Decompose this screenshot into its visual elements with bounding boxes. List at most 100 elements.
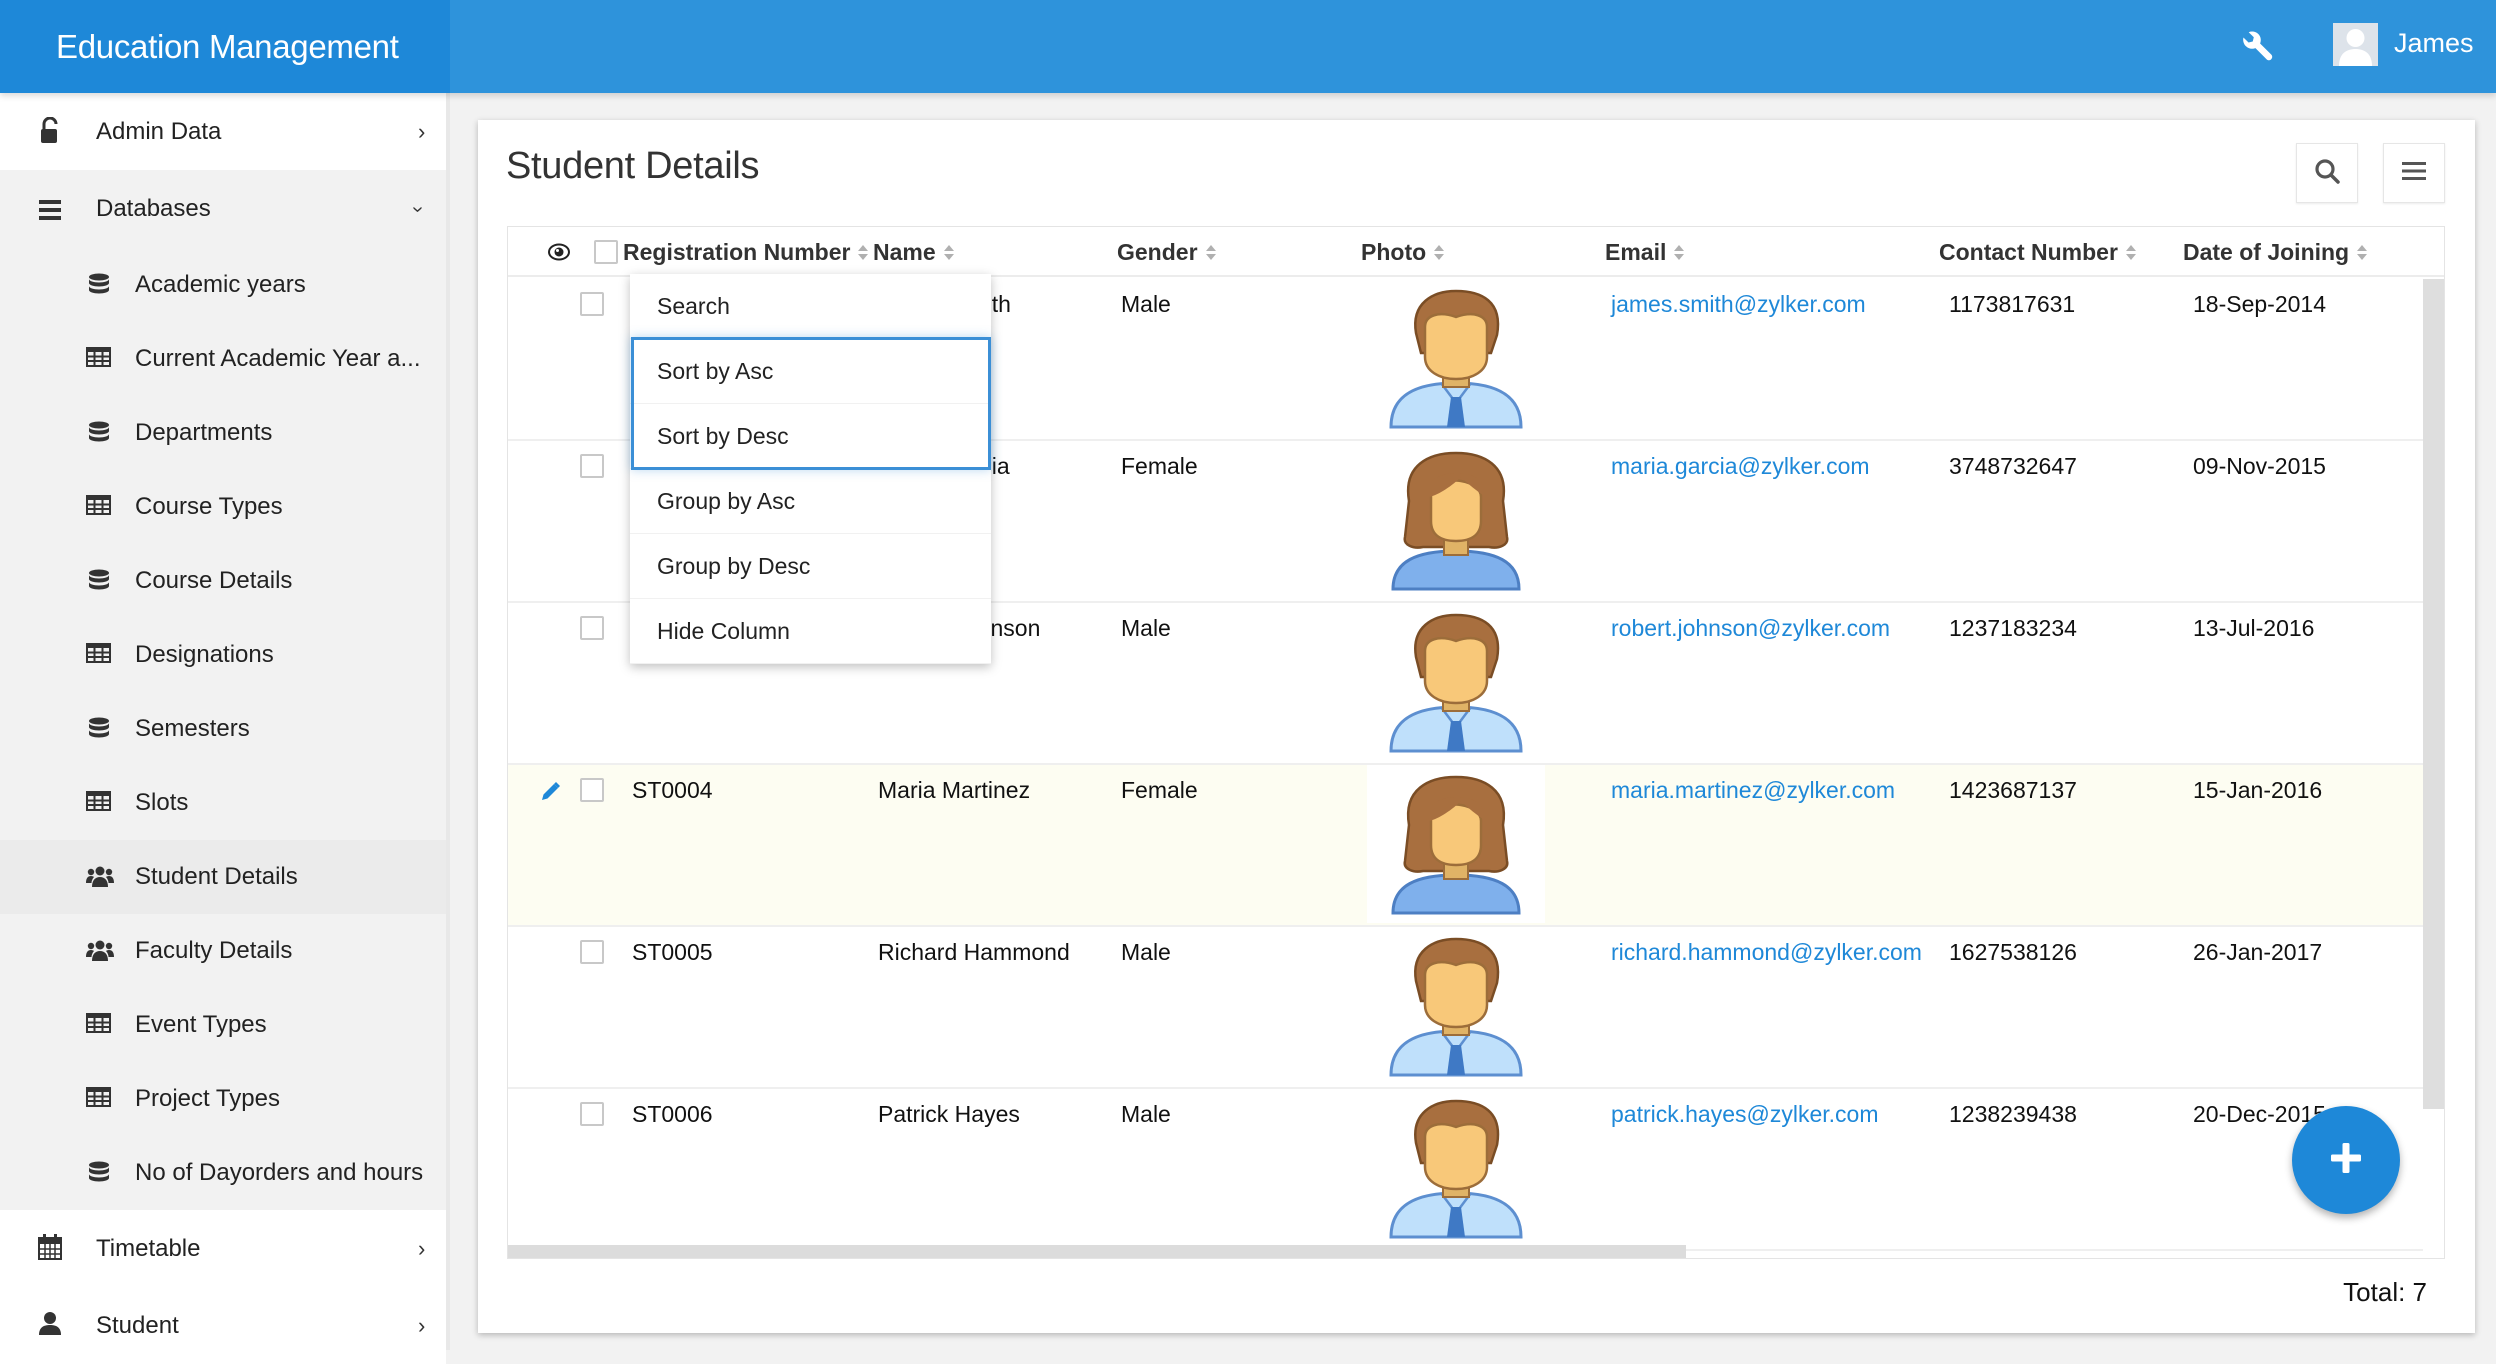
- table-row[interactable]: ST0006 Patrick Hayes Male patrick.hayes@zyl…: [508, 1089, 2423, 1251]
- column-header-label: Name: [873, 239, 936, 265]
- menu-item-label: Sort by Asc: [657, 357, 774, 384]
- column-header-label: Photo: [1361, 239, 1427, 265]
- row-checkbox[interactable]: [580, 616, 604, 640]
- sidebar-item-student-details[interactable]: Student Details: [0, 840, 446, 914]
- cell-contact-number: 1423687137: [1949, 777, 2077, 803]
- student-photo: [1367, 1089, 1545, 1247]
- sidebar-item-label: Admin Data: [96, 117, 222, 145]
- menu-item-group-by-desc[interactable]: Group by Desc: [630, 534, 991, 599]
- sidebar-item-course-details[interactable]: Course Details: [0, 544, 446, 618]
- cell-email[interactable]: maria.martinez@zylker.com: [1611, 777, 1895, 804]
- sidebar-item-databases[interactable]: Databases ›: [0, 170, 446, 248]
- cell-gender: Male: [1121, 291, 1171, 317]
- select-all-checkbox[interactable]: [594, 240, 618, 264]
- sort-icon[interactable]: [1205, 243, 1216, 263]
- eye-icon[interactable]: [548, 243, 570, 261]
- vertical-scrollbar[interactable]: [2423, 279, 2444, 1109]
- column-header-photo[interactable]: Photo: [1361, 239, 1445, 266]
- column-options-menu: Search Sort by Asc Sort by Desc Group by As…: [630, 274, 991, 664]
- menu-item-hide-column[interactable]: Hide Column: [630, 599, 991, 664]
- database-icon: [86, 717, 112, 741]
- cell-contact-number: 1627538126: [1949, 939, 2077, 965]
- sidebar-item-designations[interactable]: Designations: [0, 618, 446, 692]
- sidebar-item-project-types[interactable]: Project Types: [0, 1062, 446, 1136]
- column-header-registration-number[interactable]: Registration Number: [623, 239, 869, 266]
- cell-registration-number: ST0004: [632, 777, 713, 803]
- cell-email[interactable]: richard.hammond@zylker.com: [1611, 939, 1922, 966]
- sidebar-item-no-of-dayorders-and-hours[interactable]: No of Dayorders and hours: [0, 1136, 446, 1210]
- plus-icon: [2331, 1142, 2361, 1178]
- column-header-gender[interactable]: Gender: [1117, 239, 1216, 266]
- menu-item-sort-by-desc[interactable]: Sort by Desc: [630, 404, 991, 469]
- sidebar-item-label: Course Types: [135, 493, 283, 520]
- menu-item-label: Search: [657, 292, 730, 319]
- user-avatar[interactable]: [2333, 23, 2378, 66]
- column-header-label: Gender: [1117, 239, 1198, 265]
- sort-icon[interactable]: [1433, 243, 1445, 263]
- cell-email[interactable]: robert.johnson@zylker.com: [1611, 615, 1890, 642]
- sidebar-item-course-types[interactable]: Course Types: [0, 470, 446, 544]
- users-icon: [86, 865, 114, 889]
- cell-email[interactable]: patrick.hayes@zylker.com: [1611, 1101, 1879, 1128]
- chevron-right-icon: ›: [418, 1312, 426, 1338]
- student-photo: [1367, 441, 1545, 599]
- cell-gender: Male: [1121, 615, 1171, 641]
- sidebar-item-slots[interactable]: Slots: [0, 766, 446, 840]
- search-button[interactable]: [2296, 143, 2358, 203]
- sidebar-item-student[interactable]: Student ›: [0, 1287, 446, 1364]
- top-bar: Education Management James: [0, 0, 2496, 93]
- cell-registration-number: ST0006: [632, 1101, 713, 1127]
- sidebar-item-current-academic-year-a[interactable]: Current Academic Year a...: [0, 322, 446, 396]
- cell-email[interactable]: maria.garcia@zylker.com: [1611, 453, 1870, 480]
- horizontal-scrollbar[interactable]: [508, 1245, 1686, 1258]
- sidebar-item-label: Timetable: [96, 1234, 201, 1262]
- sidebar-item-timetable[interactable]: Timetable ›: [0, 1210, 446, 1287]
- menu-item-sort-by-asc[interactable]: Sort by Asc: [630, 339, 991, 404]
- sidebar-item-academic-years[interactable]: Academic years: [0, 248, 446, 322]
- chevron-right-icon: ›: [418, 1235, 426, 1261]
- table-icon: [86, 347, 112, 371]
- sidebar-item-event-types[interactable]: Event Types: [0, 988, 446, 1062]
- sidebar-item-faculty-details[interactable]: Faculty Details: [0, 914, 446, 988]
- table-row[interactable]: ST0005 Richard Hammond Male richard.hammond…: [508, 927, 2423, 1089]
- column-header-contact-number[interactable]: Contact Number: [1939, 239, 2136, 266]
- row-checkbox[interactable]: [580, 940, 604, 964]
- cell-gender: Female: [1121, 453, 1198, 479]
- cell-date-of-joining: 26-Jan-2017: [2193, 939, 2323, 965]
- chevron-right-icon: ›: [418, 118, 426, 144]
- sort-icon[interactable]: [1673, 243, 1685, 263]
- sidebar-item-label: Databases: [96, 195, 211, 222]
- cell-gender: Female: [1121, 777, 1198, 803]
- cell-email[interactable]: james.smith@zylker.com: [1611, 291, 1866, 318]
- unlock-icon: [38, 116, 62, 145]
- add-record-button[interactable]: [2292, 1106, 2400, 1214]
- sort-icon[interactable]: [2356, 243, 2368, 263]
- row-checkbox[interactable]: [580, 454, 604, 478]
- sort-icon[interactable]: [943, 243, 954, 263]
- row-checkbox[interactable]: [580, 778, 604, 802]
- pencil-icon[interactable]: [539, 781, 561, 803]
- menu-item-search[interactable]: Search: [630, 274, 991, 339]
- user-name[interactable]: James: [2394, 28, 2474, 59]
- sidebar-item-departments[interactable]: Departments: [0, 396, 446, 470]
- sidebar-item-label: Student Details: [135, 863, 298, 890]
- row-checkbox[interactable]: [580, 292, 604, 316]
- column-header-name[interactable]: Name: [873, 239, 954, 266]
- menu-item-group-by-asc[interactable]: Group by Asc: [630, 469, 991, 534]
- menu-item-label: Sort by Desc: [657, 422, 789, 449]
- sidebar-item-label: Student: [96, 1311, 179, 1339]
- column-header-date-of-joining[interactable]: Date of Joining: [2183, 239, 2368, 266]
- sidebar-item-label: Academic years: [135, 271, 306, 298]
- wrench-icon[interactable]: [2240, 28, 2276, 64]
- sidebar-item-semesters[interactable]: Semesters: [0, 692, 446, 766]
- row-checkbox[interactable]: [580, 1102, 604, 1126]
- column-header-email[interactable]: Email: [1605, 239, 1685, 266]
- menu-button[interactable]: [2383, 143, 2445, 203]
- table-row[interactable]: ST0004 Maria Martinez Female maria.martinez…: [508, 765, 2423, 927]
- sidebar-item-admin-data[interactable]: Admin Data ›: [0, 93, 446, 170]
- student-photo: [1367, 279, 1545, 437]
- sort-icon[interactable]: [857, 243, 869, 263]
- sort-icon[interactable]: [2125, 243, 2136, 263]
- table-icon: [86, 1087, 112, 1111]
- cell-contact-number: 1238239438: [1949, 1101, 2077, 1127]
